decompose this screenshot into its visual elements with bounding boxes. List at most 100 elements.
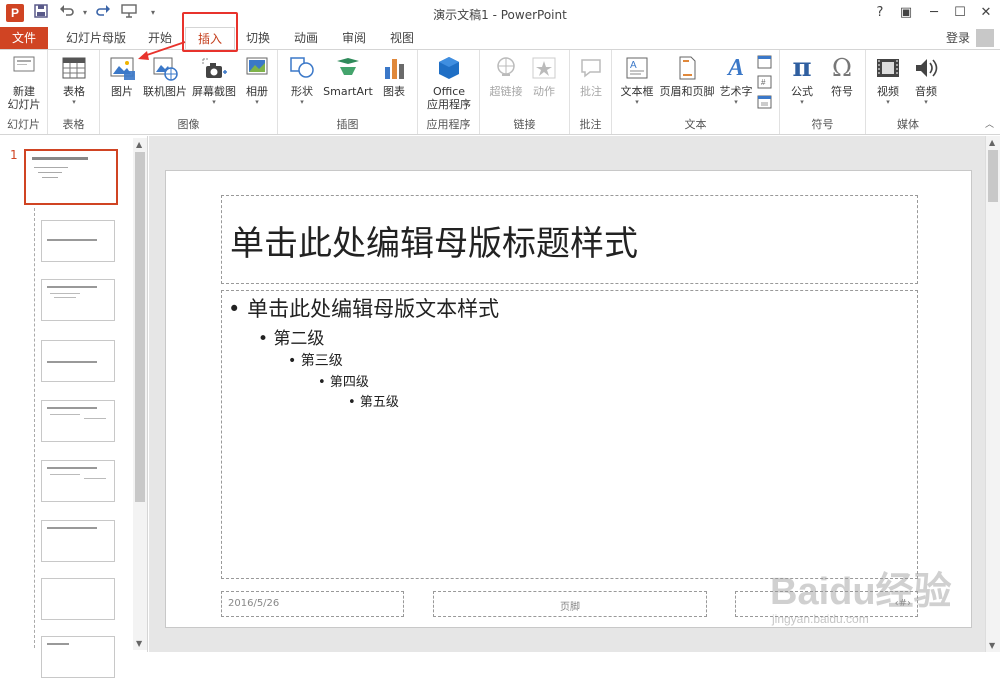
new-slide-button[interactable]: 新建 幻灯片 (4, 53, 44, 111)
footer-text: 页脚 (560, 602, 580, 613)
star-icon (529, 53, 559, 83)
editor-scrollbar[interactable]: ▲ ▼ (985, 136, 1000, 652)
insert-tab-highlight-box (182, 12, 238, 52)
text-box-icon: A (622, 53, 652, 83)
thumbnail-scrollbar[interactable]: ▲ ▼ (133, 138, 147, 650)
group-label-comments: 批注 (579, 118, 602, 131)
action-button[interactable]: 动作 (526, 53, 562, 98)
table-button[interactable]: 表格 ▾ (56, 53, 92, 106)
symbol-button[interactable]: Ω 符号 (824, 53, 860, 98)
layout-connector (34, 208, 35, 648)
footer-placeholder[interactable]: 页脚 (433, 591, 707, 617)
group-comments: 批注 批注 (570, 50, 612, 134)
object-icon[interactable] (757, 94, 773, 109)
group-apps: Office 应用程序 应用程序 (418, 50, 480, 134)
wordart-icon: A (727, 54, 744, 81)
title-placeholder[interactable]: 单击此处编辑母版标题样式 (221, 195, 918, 284)
video-button[interactable]: 视频 ▾ (870, 53, 906, 106)
collapse-ribbon-icon[interactable]: ︿ (985, 117, 994, 130)
globe-link-icon (491, 53, 521, 83)
scroll-up-icon[interactable]: ▲ (989, 138, 995, 147)
powerpoint-logo: P (6, 4, 24, 22)
body-level-4: • 第四级 (318, 375, 369, 390)
body-level-2: • 第二级 (258, 329, 325, 349)
layout-thumbnail[interactable] (41, 400, 115, 442)
tab-review[interactable]: 审阅 (334, 27, 374, 49)
undo-icon[interactable] (58, 4, 76, 22)
maximize-button[interactable]: ☐ (948, 3, 972, 23)
scroll-up-icon[interactable]: ▲ (136, 140, 142, 149)
text-box-label: 文本框 (620, 85, 654, 98)
audio-button[interactable]: 音频 ▾ (908, 53, 944, 106)
shapes-button[interactable]: 形状 ▾ (284, 53, 320, 106)
help-button[interactable]: ? (868, 3, 892, 23)
omega-icon: Ω (832, 54, 852, 82)
screenshot-button[interactable]: 屏幕截图 ▾ (190, 53, 238, 106)
chevron-down-icon: ▾ (212, 98, 216, 106)
scroll-down-icon[interactable]: ▼ (136, 639, 142, 648)
chevron-down-icon: ▾ (72, 98, 76, 106)
group-label-text: 文本 (684, 118, 707, 131)
tab-animations[interactable]: 动画 (286, 27, 326, 49)
layout-thumbnail[interactable] (41, 520, 115, 562)
slide-thumbnail-pane: ▲ ▼ (0, 136, 148, 678)
symbol-label: 符号 (831, 85, 853, 98)
scrollbar-thumb[interactable] (988, 150, 998, 202)
svg-text:#: # (761, 78, 766, 87)
new-slide-label: 新建 (13, 85, 35, 98)
date-time-icon[interactable] (757, 54, 773, 69)
photo-album-icon (242, 53, 272, 83)
ribbon-display-options-button[interactable]: ▣ (894, 3, 918, 23)
layout-thumbnail[interactable] (41, 460, 115, 502)
customize-qat-icon[interactable]: ▾ (144, 4, 162, 22)
undo-dropdown-icon[interactable]: ▾ (76, 4, 94, 22)
close-button[interactable]: ✕ (974, 3, 998, 23)
tab-view[interactable]: 视图 (382, 27, 422, 49)
scroll-down-icon[interactable]: ▼ (989, 641, 995, 650)
hyperlink-button[interactable]: 超链接 (486, 53, 526, 98)
screenshot-label: 屏幕截图 (192, 85, 236, 98)
layout-thumbnail[interactable] (41, 636, 115, 678)
office-store-icon (434, 53, 464, 83)
window-title: 演示文稿1 - PowerPoint (433, 8, 567, 22)
tab-transitions[interactable]: 切换 (238, 27, 278, 49)
layout-thumbnail[interactable] (41, 578, 115, 620)
layout-thumbnail[interactable] (41, 279, 115, 321)
comment-button[interactable]: 批注 (574, 53, 608, 98)
group-label-links: 链接 (513, 118, 536, 131)
body-placeholder[interactable]: • 单击此处编辑母版文本样式 • 第二级 • 第三级 • 第四级 • 第五级 (221, 290, 918, 579)
group-label-apps: 应用程序 (426, 118, 471, 131)
equation-button[interactable]: π 公式 ▾ (784, 53, 820, 106)
tab-file[interactable]: 文件 (0, 27, 48, 49)
redo-icon[interactable] (94, 4, 112, 22)
smartart-button[interactable]: SmartArt (322, 53, 374, 98)
layout-thumbnail[interactable] (41, 220, 115, 262)
smartart-label: SmartArt (323, 85, 373, 98)
photo-album-button[interactable]: 相册 ▾ (240, 53, 274, 106)
master-thumbnail-selected[interactable] (24, 149, 118, 205)
thumbnail-number: 1 (10, 148, 18, 162)
date-placeholder[interactable]: 2016/5/26 (221, 591, 404, 617)
new-slide-label-2: 幻灯片 (7, 98, 41, 111)
speaker-icon (911, 53, 941, 83)
office-apps-button[interactable]: Office 应用程序 (422, 53, 476, 111)
slide-number-icon[interactable]: # (757, 74, 773, 89)
layout-thumbnail[interactable] (41, 340, 115, 382)
save-icon[interactable] (32, 4, 50, 22)
body-level-3: • 第三级 (288, 353, 343, 369)
login-link[interactable]: 登录 (946, 27, 970, 49)
group-links: 超链接 动作 链接 (480, 50, 570, 134)
group-illustrations: 形状 ▾ SmartArt 图表 插图 (278, 50, 418, 134)
header-footer-button[interactable]: 页眉和页脚 (656, 53, 718, 98)
text-box-button[interactable]: A 文本框 ▾ (618, 53, 656, 106)
minimize-button[interactable]: ─ (922, 3, 946, 23)
chart-button[interactable]: 图表 (376, 53, 412, 98)
present-icon[interactable] (120, 4, 138, 22)
tab-slide-master[interactable]: 幻灯片母版 (58, 27, 134, 49)
wordart-button[interactable]: A 艺术字 ▾ (718, 53, 754, 107)
avatar[interactable] (976, 29, 994, 47)
audio-label: 音频 (915, 85, 937, 98)
scrollbar-thumb[interactable] (135, 152, 145, 502)
table-label: 表格 (63, 85, 85, 98)
pictures-label: 图片 (111, 85, 133, 98)
